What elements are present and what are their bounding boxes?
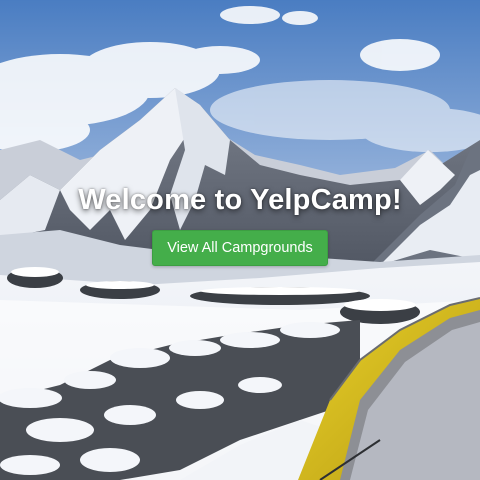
hero-section: Welcome to YelpCamp! View All Campground… bbox=[0, 0, 480, 480]
hero-content: Welcome to YelpCamp! View All Campground… bbox=[0, 184, 480, 266]
view-all-campgrounds-button[interactable]: View All Campgrounds bbox=[152, 230, 328, 266]
hero-title: Welcome to YelpCamp! bbox=[78, 184, 402, 216]
